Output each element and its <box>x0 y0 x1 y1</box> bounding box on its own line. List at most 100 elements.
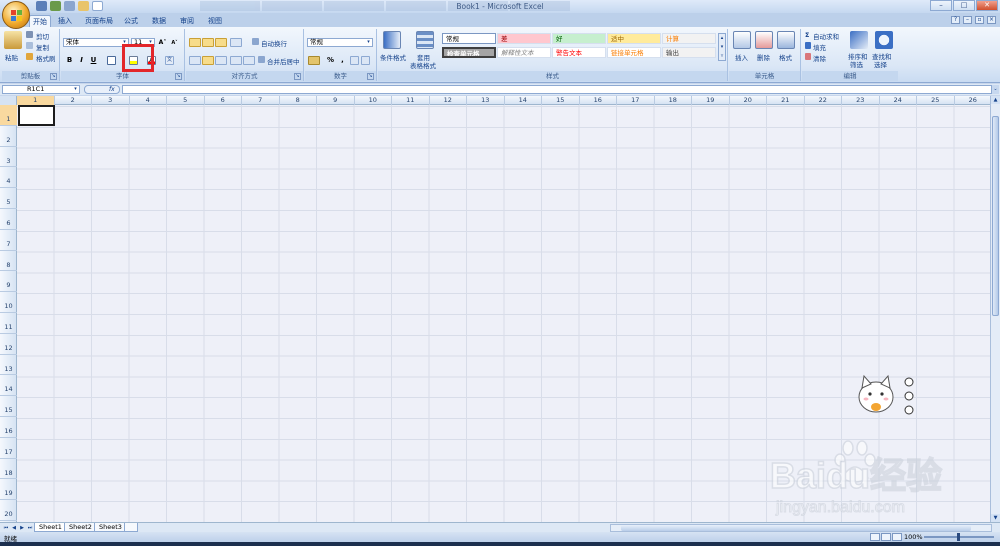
clear-button[interactable]: 清除 <box>805 53 841 63</box>
align-bottom-icon[interactable] <box>215 38 227 47</box>
conditional-format-button[interactable]: 条件格式 <box>380 31 406 67</box>
row-header[interactable]: 2 <box>0 126 17 147</box>
insert-sheet-button[interactable] <box>124 523 138 532</box>
workbook-restore-button[interactable]: ▫ <box>975 16 984 24</box>
formula-input[interactable] <box>122 85 992 94</box>
sheet-tab-1[interactable]: Sheet1 <box>34 523 67 532</box>
phonetic-icon[interactable]: 文 <box>165 56 174 65</box>
zoom-slider[interactable] <box>924 533 994 541</box>
tab-page-layout[interactable]: 页面布局 <box>82 15 116 27</box>
column-header[interactable]: 18 <box>655 96 692 105</box>
page-layout-view-icon[interactable] <box>881 533 891 541</box>
row-header[interactable]: 18 <box>0 459 17 480</box>
column-header[interactable]: 24 <box>880 96 917 105</box>
column-header[interactable]: 12 <box>430 96 467 105</box>
column-header[interactable]: 21 <box>767 96 805 105</box>
column-header[interactable]: 19 <box>692 96 730 105</box>
find-select-button[interactable]: 查找和 选择 <box>872 31 896 69</box>
scroll-down-icon[interactable]: ▼ <box>991 514 1000 522</box>
tab-home[interactable]: 开始 <box>29 15 51 27</box>
active-cell[interactable] <box>18 105 55 126</box>
close-button[interactable]: ✕ <box>976 0 998 11</box>
sheet-tab-2[interactable]: Sheet2 <box>64 523 97 532</box>
column-header[interactable]: 16 <box>580 96 617 105</box>
insert-cells-button[interactable]: 插入 <box>733 31 751 67</box>
copy-button[interactable]: 复制 <box>26 42 60 52</box>
tab-formulas[interactable]: 公式 <box>121 15 141 27</box>
row-header[interactable]: 3 <box>0 147 17 168</box>
sort-filter-button[interactable]: 排序和 筛选 <box>848 31 870 69</box>
merge-center-button[interactable]: 合并后居中 <box>258 56 304 66</box>
row-header[interactable]: 5 <box>0 188 17 209</box>
cell-style-option[interactable]: 链接单元格 <box>607 47 661 58</box>
format-as-table-button[interactable]: 套用 表格格式 <box>410 31 440 70</box>
help-icon[interactable]: ? <box>951 16 960 24</box>
alignment-launcher-icon[interactable]: ↘ <box>294 73 301 80</box>
cell-style-option[interactable]: 解释性文本 <box>497 47 551 58</box>
decrease-indent-icon[interactable] <box>230 56 242 65</box>
column-header[interactable]: 15 <box>542 96 580 105</box>
column-header[interactable]: 2 <box>55 96 92 105</box>
row-header[interactable]: 19 <box>0 479 17 501</box>
column-header[interactable]: 11 <box>392 96 430 105</box>
delete-cells-button[interactable]: 删除 <box>755 31 773 67</box>
row-header[interactable]: 6 <box>0 209 17 230</box>
gallery-scroll[interactable]: ▴ ▾ ▿ <box>718 33 726 61</box>
column-header[interactable]: 22 <box>805 96 842 105</box>
row-header[interactable]: 7 <box>0 230 17 251</box>
row-header[interactable]: 15 <box>0 396 17 417</box>
format-painter-button[interactable]: 格式刷 <box>26 53 60 63</box>
vertical-scroll-thumb[interactable] <box>992 116 999 316</box>
row-header[interactable]: 1 <box>0 105 17 126</box>
align-middle-icon[interactable] <box>202 38 214 47</box>
autosum-button[interactable]: Σ 自动求和 <box>805 31 847 41</box>
align-top-icon[interactable] <box>189 38 201 47</box>
comma-button[interactable]: , <box>337 55 348 65</box>
row-header[interactable]: 16 <box>0 417 17 438</box>
column-header[interactable]: 4 <box>130 96 167 105</box>
maximize-button[interactable]: □ <box>953 0 975 11</box>
wrap-text-button[interactable]: 自动换行 <box>252 38 304 48</box>
column-header[interactable]: 8 <box>280 96 317 105</box>
align-right-icon[interactable] <box>215 56 227 65</box>
cell-style-option[interactable]: 输出 <box>662 47 716 58</box>
row-header[interactable]: 4 <box>0 167 17 189</box>
borders-icon[interactable] <box>107 56 116 65</box>
increase-indent-icon[interactable] <box>243 56 255 65</box>
row-header[interactable]: 20 <box>0 500 17 521</box>
grow-font-button[interactable]: A˄ <box>157 38 168 48</box>
minimize-button[interactable]: – <box>930 0 952 11</box>
zoom-level[interactable]: 100% <box>904 533 923 541</box>
increase-decimal-icon[interactable] <box>350 56 359 65</box>
font-name-select[interactable]: 宋体 ▾ <box>63 38 129 47</box>
column-header[interactable]: 26 <box>955 96 991 105</box>
font-launcher-icon[interactable]: ↘ <box>175 73 182 80</box>
row-header[interactable]: 8 <box>0 251 17 272</box>
row-header[interactable]: 11 <box>0 313 17 334</box>
row-header[interactable]: 17 <box>0 438 17 459</box>
cell-style-option[interactable]: 差 <box>497 33 551 44</box>
column-header[interactable]: 3 <box>92 96 130 105</box>
column-header[interactable]: 20 <box>730 96 767 105</box>
shrink-font-button[interactable]: A˅ <box>169 38 180 48</box>
column-header[interactable]: 5 <box>167 96 205 105</box>
tab-insert[interactable]: 插入 <box>55 15 75 27</box>
column-header[interactable]: 13 <box>467 96 505 105</box>
orientation-icon[interactable] <box>230 38 242 47</box>
tab-view[interactable]: 视图 <box>205 15 225 27</box>
paste-button[interactable]: 粘贴 <box>4 31 22 63</box>
row-header[interactable]: 13 <box>0 355 17 376</box>
decrease-decimal-icon[interactable] <box>361 56 370 65</box>
formula-expand-icon[interactable]: ⌄ <box>992 85 999 94</box>
tab-data[interactable]: 数据 <box>149 15 169 27</box>
cell-style-option[interactable]: 常规 <box>442 33 496 44</box>
row-header[interactable]: 12 <box>0 334 17 355</box>
bold-button[interactable]: B <box>64 55 75 65</box>
column-header[interactable]: 25 <box>917 96 955 105</box>
align-center-icon[interactable] <box>202 56 214 65</box>
name-box[interactable]: R1C1 ▾ <box>2 85 80 94</box>
zoom-slider-thumb[interactable] <box>957 533 960 541</box>
horizontal-scrollbar[interactable] <box>610 524 992 532</box>
scroll-up-icon[interactable]: ▲ <box>991 96 1000 104</box>
insert-function-button[interactable]: fx <box>84 85 120 94</box>
